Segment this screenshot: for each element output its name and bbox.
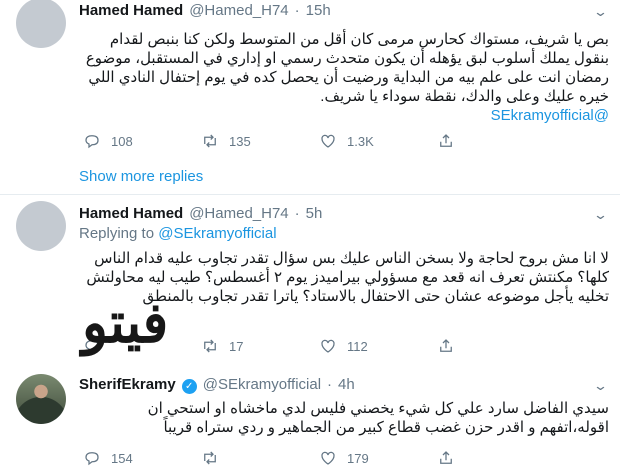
share-button[interactable] [437,449,555,467]
mention-link[interactable]: @SEkramyofficial [158,225,276,242]
share-icon [440,451,452,464]
share-button[interactable] [437,337,555,355]
tweet-actions: 108 135 1.3K [83,132,555,150]
separator-dot: · [294,205,300,222]
like-count: 1.3K [347,133,374,149]
retweet-count: 17 [229,338,244,354]
tweet-actions: 154 179 [83,449,555,467]
chevron-down-icon[interactable]: ⌄ [593,4,608,20]
tweet-header: Hamed Hamed @Hamed_H74 · 5h [79,205,322,222]
avatar[interactable] [16,201,66,251]
like-count: 112 [347,338,368,354]
avatar[interactable] [16,374,66,424]
retweet-button[interactable]: 17 [201,337,319,355]
share-button[interactable] [437,132,555,150]
reply-count: 108 [111,133,133,149]
replying-label: Replying to [79,225,155,242]
retweet-icon [204,339,216,353]
reply-icon [85,452,99,466]
chevron-down-icon[interactable]: ⌄ [593,207,608,223]
retweet-button[interactable] [201,449,319,467]
retweet-icon [204,451,216,465]
display-name[interactable]: Hamed Hamed [79,205,183,222]
like-button[interactable]: 112 [319,337,437,355]
tweet-time[interactable]: 4h [338,376,355,393]
retweet-icon [204,134,216,148]
tweet-body: بص يا شريف، مستواك كحارس مرمى كان أقل من… [85,31,609,105]
user-handle[interactable]: @Hamed_H74 [189,205,288,222]
reply-count: 154 [111,450,133,466]
tweet-text: سيدي الفاضل سارد علي كل شيء يخصني فليس ل… [79,399,609,437]
tweet-text: بص يا شريف، مستواك كحارس مرمى كان أقل من… [79,30,609,125]
heart-icon [321,339,335,353]
like-button[interactable]: 179 [319,449,437,467]
watermark-text: فيتو [82,288,170,356]
reply-button[interactable]: 108 [83,132,201,150]
like-count: 179 [347,450,369,466]
reply-button[interactable]: 154 [83,449,201,467]
tweet-body: سيدي الفاضل سارد علي كل شيء يخصني فليس ل… [147,400,609,436]
heart-icon [321,134,335,148]
tweet-header: Hamed Hamed @Hamed_H74 · 15h [79,2,331,19]
watermark-logo: فيتو [82,288,170,356]
verified-badge-icon: ✓ [181,379,197,394]
user-handle[interactable]: @SEkramyofficial [203,376,321,393]
heart-icon [321,451,335,465]
display-name[interactable]: Hamed Hamed [79,2,183,19]
mention-link[interactable]: @SEkramyofficial [491,107,609,124]
retweet-count: 135 [229,133,251,149]
display-name[interactable]: SherifEkramy [79,376,176,393]
tweet-3[interactable]: SherifEkramy ✓ @SEkramyofficial · 4h ⌄ س… [0,366,620,468]
tweet-header: SherifEkramy ✓ @SEkramyofficial · 4h [79,376,355,394]
tweet-time[interactable]: 15h [306,2,331,19]
tweet-time[interactable]: 5h [306,205,323,222]
reply-icon [85,135,99,149]
separator-dot: · [294,2,300,19]
share-icon [440,134,452,147]
chevron-down-icon[interactable]: ⌄ [593,378,608,394]
separator-dot: · [327,376,333,393]
replying-to: Replying to @SEkramyofficial [79,225,277,242]
tweet-1[interactable]: Hamed Hamed @Hamed_H74 · 15h ⌄ بص يا شري… [0,0,620,160]
share-icon [440,339,452,352]
retweet-button[interactable]: 135 [201,132,319,150]
user-handle[interactable]: @Hamed_H74 [189,2,288,19]
show-more-replies-link[interactable]: Show more replies [79,168,203,185]
like-button[interactable]: 1.3K [319,132,437,150]
avatar[interactable] [16,0,66,48]
